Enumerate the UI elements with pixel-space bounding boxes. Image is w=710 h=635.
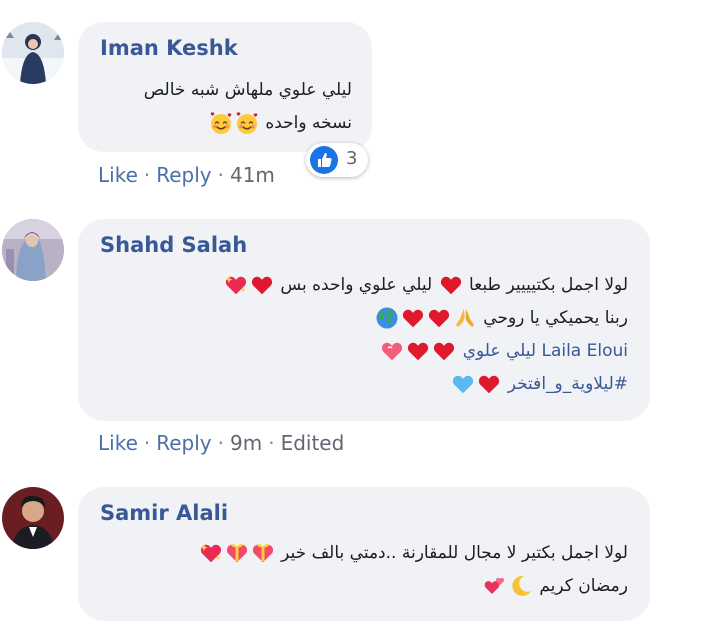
red-heart-icon (406, 339, 430, 363)
comment-text-line: ليلي علوي ملهاش شبه خالص (143, 80, 352, 100)
comment-text-line: لولا اجمل بكتير لا مجال للمقارنة ..دمتي … (198, 537, 628, 570)
like-icon (310, 146, 338, 174)
comment-actions: Like · Reply · 9m · Edited (98, 431, 345, 455)
sparkling-heart-icon (224, 273, 248, 297)
avatar[interactable] (2, 219, 64, 281)
edited-label[interactable]: Edited (281, 431, 345, 455)
beating-heart-icon (380, 339, 404, 363)
red-heart-icon (250, 273, 274, 297)
folded-hands-icon (453, 306, 477, 330)
author-name[interactable]: Shahd Salah (100, 233, 247, 257)
avatar[interactable] (2, 22, 64, 84)
heart-with-ribbon-icon (225, 541, 249, 565)
red-heart-icon (477, 372, 501, 396)
crescent-moon-icon (509, 574, 533, 598)
red-heart-icon (432, 339, 456, 363)
blue-heart-icon (451, 372, 475, 396)
sparkling-heart-icon (199, 541, 223, 565)
two-hearts-icon (483, 574, 507, 598)
red-heart-icon (439, 273, 463, 297)
mention-link[interactable]: ليلي علوي (463, 341, 536, 361)
timestamp[interactable]: 9m (230, 431, 262, 455)
comment-text-line: ربنا يحميكي يا روحي (223, 302, 628, 335)
reply-link[interactable]: Reply (156, 163, 211, 187)
reaction-summary[interactable]: 3 (306, 143, 368, 177)
comment-actions: Like · Reply · 41m (98, 163, 275, 187)
comment-bubble: Shahd Salah لولا اجمل بكتيييير طبعا ليلي… (78, 219, 650, 421)
globe-icon (375, 306, 399, 330)
author-name[interactable]: Samir Alali (100, 501, 228, 525)
like-link[interactable]: Like (98, 431, 138, 455)
reaction-count: 3 (346, 148, 358, 169)
comment-text-line: Laila Eloui ليلي علوي (223, 335, 628, 368)
reply-link[interactable]: Reply (156, 431, 211, 455)
red-heart-icon (401, 306, 425, 330)
heart-with-ribbon-icon (251, 541, 275, 565)
avatar[interactable] (2, 487, 64, 549)
red-heart-icon (427, 306, 451, 330)
comment-bubble: Samir Alali لولا اجمل بكتير لا مجال للمق… (78, 487, 650, 621)
comment-bubble: Iman Keshk ليلي علوي ملهاش شبه خالص نسخه… (78, 22, 372, 152)
smiling-face-hearts-icon (209, 111, 233, 135)
smiling-face-hearts-icon (235, 111, 259, 135)
like-link[interactable]: Like (98, 163, 138, 187)
comment-text-line: #ليلاوية_و_افتخر (223, 368, 628, 401)
author-name[interactable]: Iman Keshk (100, 36, 238, 60)
comment-text-line: لولا اجمل بكتيييير طبعا ليلي علوي واحده … (223, 269, 628, 302)
timestamp[interactable]: 41m (230, 163, 275, 187)
mention-link[interactable]: Laila Eloui (541, 341, 628, 361)
hashtag-link[interactable]: #ليلاوية_و_افتخر (508, 374, 628, 394)
comment-text-line: نسخه واحده (144, 107, 352, 140)
comment-text-line: رمضان كريم (198, 570, 628, 603)
